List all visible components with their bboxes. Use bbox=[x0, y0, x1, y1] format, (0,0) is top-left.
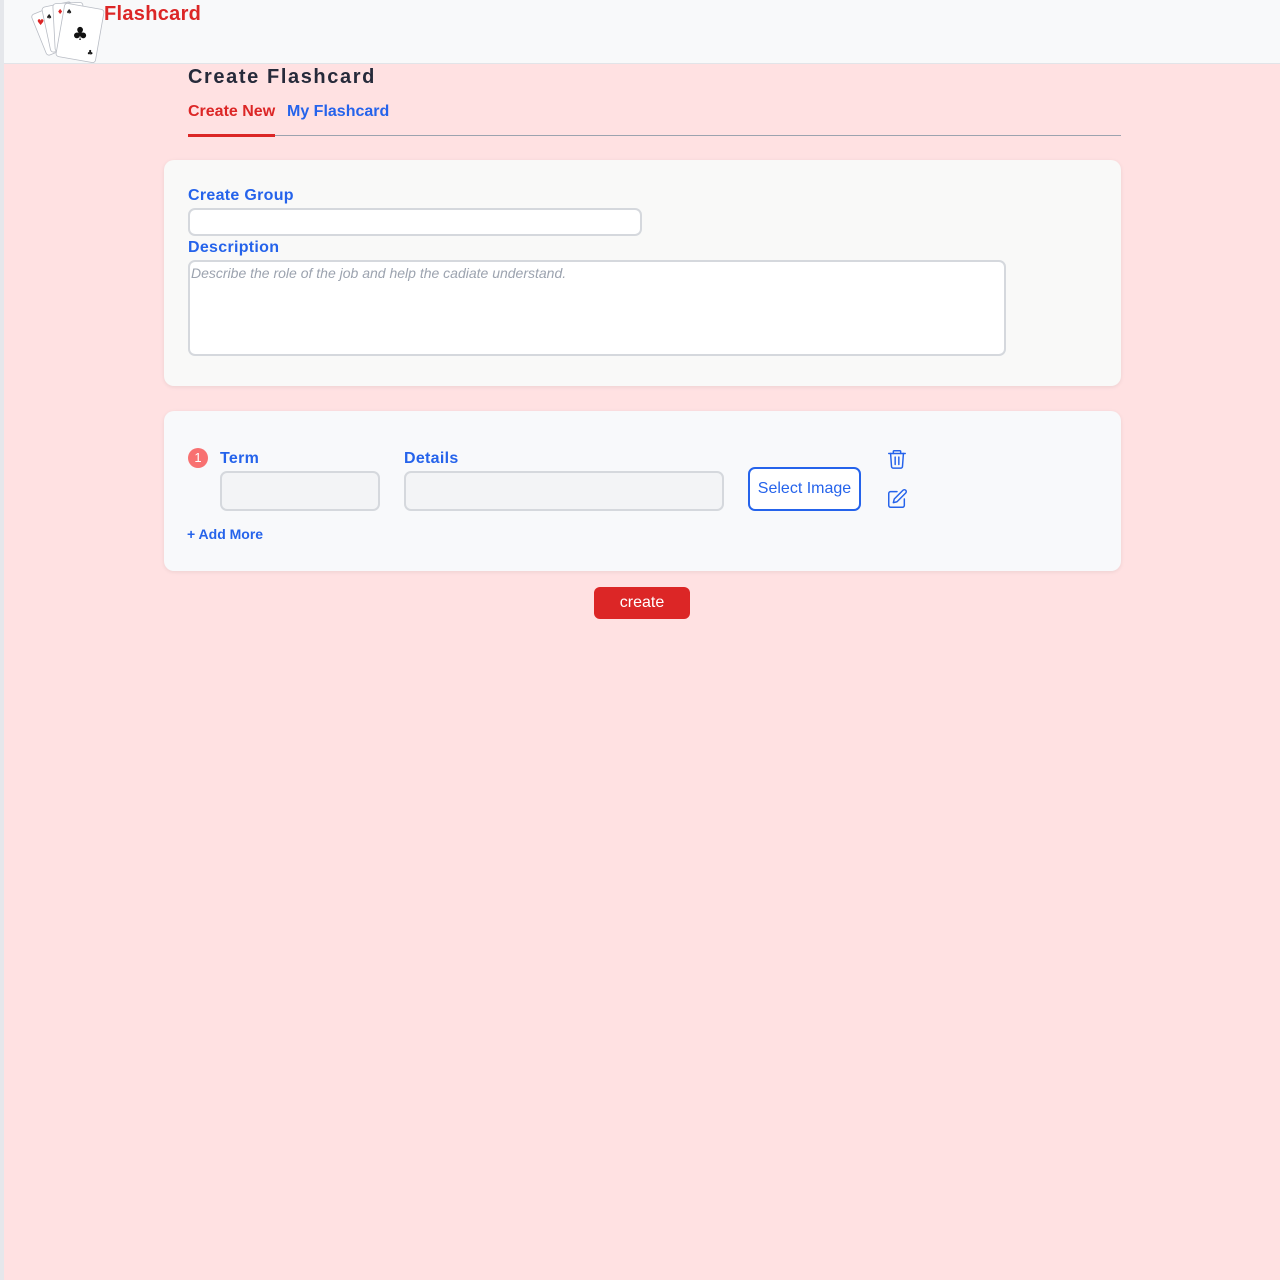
svg-text:♣: ♣ bbox=[87, 49, 93, 57]
top-header: ♥ ♠ ♦ ♠ ♣ ♣ Flashcard bbox=[4, 0, 1280, 64]
terms-form-card: 1 Term Details Select Image + Add More bbox=[164, 411, 1121, 571]
pencil-edit-icon[interactable] bbox=[886, 487, 908, 511]
select-image-button[interactable]: Select Image bbox=[748, 467, 861, 511]
details-input[interactable] bbox=[404, 471, 724, 511]
details-label: Details bbox=[404, 450, 459, 467]
trash-icon[interactable] bbox=[886, 447, 908, 471]
term-label: Term bbox=[220, 450, 260, 467]
add-more-link[interactable]: + Add More bbox=[187, 526, 263, 542]
svg-text:♣: ♣ bbox=[72, 24, 88, 45]
tab-my-flashcard[interactable]: My Flashcard bbox=[287, 103, 389, 135]
svg-text:♠: ♠ bbox=[66, 8, 72, 16]
term-input[interactable] bbox=[220, 471, 380, 511]
svg-text:♥: ♥ bbox=[37, 18, 44, 27]
tab-create-new[interactable]: Create New bbox=[188, 103, 276, 137]
create-button[interactable]: create bbox=[594, 587, 690, 619]
term-row-number-badge: 1 bbox=[188, 448, 208, 468]
app-root: ♥ ♠ ♦ ♠ ♣ ♣ Flashcard Create Flashcard C… bbox=[4, 0, 1280, 1280]
description-label: Description bbox=[188, 239, 280, 256]
group-form-card: Create Group Description bbox=[164, 160, 1121, 386]
brand-name: Flashcard bbox=[104, 3, 202, 25]
playing-cards-logo-icon: ♥ ♠ ♦ ♠ ♣ ♣ bbox=[31, 1, 105, 63]
svg-text:♦: ♦ bbox=[57, 8, 63, 16]
description-textarea[interactable] bbox=[188, 260, 1006, 356]
page-title: Create Flashcard bbox=[188, 66, 376, 88]
create-group-input[interactable] bbox=[188, 208, 642, 236]
tab-bar: Create New My Flashcard bbox=[188, 103, 1121, 137]
svg-text:♠: ♠ bbox=[46, 13, 52, 21]
create-group-label: Create Group bbox=[188, 187, 294, 204]
